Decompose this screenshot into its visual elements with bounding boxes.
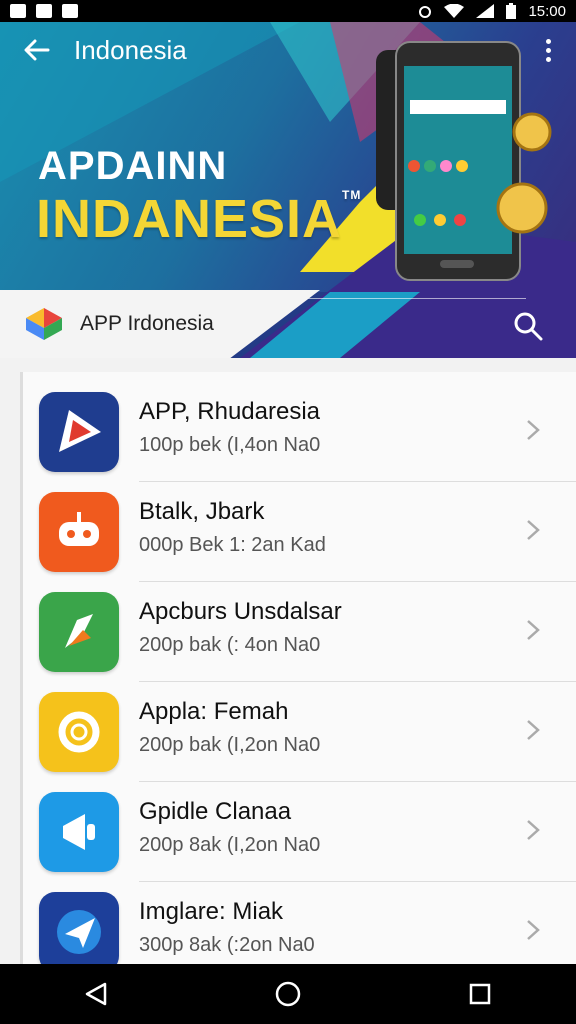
- app-meta: 000p Bek 1: 2an Kad: [139, 534, 326, 556]
- circle-home-icon: [275, 981, 301, 1007]
- notification-icon: [62, 4, 78, 18]
- chevron-right-icon: [527, 620, 540, 640]
- app-meta: 300p 8ak (:2on Na0: [139, 934, 315, 956]
- alarm-icon: [419, 6, 432, 18]
- brand-title-line1: APDAINN: [38, 144, 228, 188]
- arrow-leaf-icon: [39, 592, 119, 672]
- page-title: Indonesia: [74, 34, 187, 65]
- megaphone-icon: [39, 792, 119, 872]
- app-meta: 200p bak (: 4on Na0: [139, 634, 321, 656]
- signal-icon: [476, 4, 495, 18]
- app-name: Btalk, Jbark: [139, 498, 265, 525]
- list-item[interactable]: Apcburs Unsdalsar 200p bak (: 4on Na0: [23, 572, 576, 682]
- search-icon[interactable]: [508, 306, 548, 346]
- chevron-right-icon: [527, 820, 540, 840]
- paper-plane-icon: [39, 892, 119, 964]
- robot-icon: [39, 492, 119, 572]
- wifi-icon: [444, 4, 465, 18]
- app-meta: 100p bek (I,4on Na0: [139, 434, 321, 456]
- list-item[interactable]: Appla: Femah 200p bak (I,2on Na0: [23, 672, 576, 782]
- back-button[interactable]: [0, 22, 74, 78]
- trademark: TM: [342, 188, 362, 202]
- nav-recents-button[interactable]: [450, 964, 510, 1024]
- gear-ring-icon: [39, 692, 119, 772]
- search-strip: APP Irdonesia: [0, 290, 576, 358]
- app-name: APP, Rhudaresia: [139, 398, 321, 425]
- app-name: Imglare: Miak: [139, 898, 284, 925]
- notification-icon: [36, 4, 52, 18]
- app-name: Gpidle Clanaa: [139, 798, 292, 825]
- notification-icon: [10, 4, 26, 18]
- chevron-right-icon: [527, 520, 540, 540]
- app-name: Apcburs Unsdalsar: [139, 598, 342, 625]
- list-item[interactable]: Gpidle Clanaa 200p 8ak (I,2on Na0: [23, 772, 576, 882]
- chevron-right-icon: [527, 720, 540, 740]
- battery-icon: [506, 3, 517, 19]
- nav-back-button[interactable]: [66, 964, 126, 1024]
- triangle-back-icon: [85, 982, 107, 1006]
- list-item[interactable]: Imglare: Miak 300p 8ak (:2on Na0: [23, 872, 576, 964]
- list-item[interactable]: APP, Rhudaresia 100p bek (I,4on Na0: [23, 372, 576, 482]
- app-logo-icon: [26, 308, 62, 340]
- app-meta: 200p bak (I,2on Na0: [139, 734, 321, 756]
- list-item[interactable]: Btalk, Jbark 000p Bek 1: 2an Kad: [23, 472, 576, 582]
- square-recents-icon: [469, 983, 491, 1005]
- navigation-bar: [0, 964, 576, 1024]
- status-bar: 15:00: [0, 0, 576, 22]
- chevron-right-icon: [527, 920, 540, 940]
- status-time: 15:00: [528, 2, 566, 20]
- search-strip-label: APP Irdonesia: [80, 312, 214, 335]
- nav-home-button[interactable]: [258, 964, 318, 1024]
- chevron-right-icon: [527, 420, 540, 440]
- arrow-left-icon: [24, 39, 50, 61]
- app-meta: 200p 8ak (I,2on Na0: [139, 834, 321, 856]
- triangle-play-icon: [39, 392, 119, 472]
- app-list: APP, Rhudaresia 100p bek (I,4on Na0 Btal…: [20, 372, 576, 964]
- app-bar: Indonesia: [0, 22, 576, 78]
- app-name: Appla: Femah: [139, 698, 289, 725]
- brand-title-line2: INDANESIATM: [36, 188, 362, 249]
- more-options-button[interactable]: [520, 22, 576, 78]
